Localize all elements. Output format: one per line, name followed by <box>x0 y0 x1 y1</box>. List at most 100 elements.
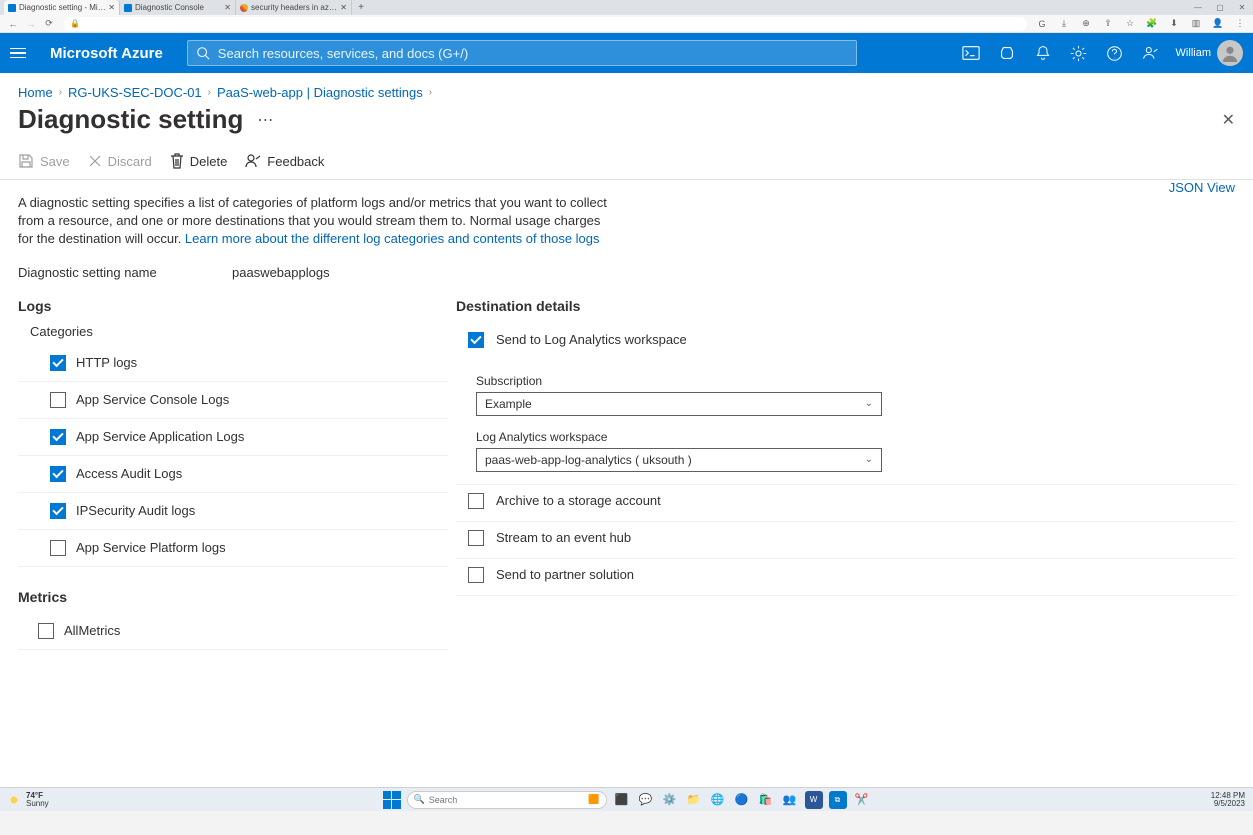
settings-icon[interactable] <box>1062 33 1096 73</box>
checkbox-storage[interactable] <box>468 493 484 509</box>
categories-heading: Categories <box>30 324 448 339</box>
lock-icon: 🔒 <box>70 19 80 28</box>
learn-more-link[interactable]: Learn more about the different log categ… <box>185 231 600 246</box>
subscription-value: Example <box>485 397 532 411</box>
copilot-icon[interactable] <box>990 33 1024 73</box>
setting-name-label: Diagnostic setting name <box>18 265 232 280</box>
dest-log-analytics-row: Send to Log Analytics workspace <box>456 324 1235 360</box>
help-icon[interactable] <box>1098 33 1132 73</box>
more-actions-icon[interactable]: ⋯ <box>257 110 273 130</box>
log-category-row: IPSecurity Audit logs <box>18 493 448 530</box>
chevron-right-icon: › <box>59 87 62 98</box>
settings-tb-icon[interactable]: ⚙️ <box>661 791 679 809</box>
downloads-icon[interactable]: ⬇ <box>1167 17 1181 31</box>
snip-icon[interactable]: ✂️ <box>853 791 871 809</box>
profile-icon[interactable]: 👤 <box>1211 17 1225 31</box>
checkbox-allmetrics[interactable] <box>38 623 54 639</box>
store-icon[interactable]: 🛍️ <box>757 791 775 809</box>
breadcrumbs: Home › RG-UKS-SEC-DOC-01 › PaaS-web-app … <box>0 73 1253 100</box>
checkbox-platform-logs[interactable] <box>50 540 66 556</box>
browser-tab-1[interactable]: Diagnostic Console ✕ <box>120 0 236 15</box>
start-button-icon[interactable] <box>383 791 401 809</box>
checkbox-partner[interactable] <box>468 567 484 583</box>
checkbox-access-audit-logs[interactable] <box>50 466 66 482</box>
nav-forward-icon[interactable]: → <box>24 17 38 31</box>
notifications-icon[interactable] <box>1026 33 1060 73</box>
vscode-icon[interactable]: ⧉ <box>829 791 847 809</box>
tab-close-icon[interactable]: ✕ <box>224 3 231 12</box>
search-icon: 🔍 <box>414 794 425 805</box>
azure-brand[interactable]: Microsoft Azure <box>50 45 163 62</box>
azure-search-input[interactable] <box>218 46 848 61</box>
chevron-down-icon: ⌄ <box>865 398 873 409</box>
teams-icon[interactable]: 👥 <box>781 791 799 809</box>
share-icon[interactable]: ⇪ <box>1101 17 1115 31</box>
hamburger-menu-icon[interactable] <box>10 43 30 63</box>
window-close-icon[interactable]: ✕ <box>1231 0 1253 15</box>
feedback-button[interactable]: Feedback <box>245 153 324 169</box>
breadcrumb-resource[interactable]: PaaS-web-app | Diagnostic settings <box>217 85 423 100</box>
checkbox-http-logs[interactable] <box>50 355 66 371</box>
word-icon[interactable]: W <box>805 791 823 809</box>
subscription-dropdown[interactable]: Example ⌄ <box>476 392 882 416</box>
browser-tab-0[interactable]: Diagnostic setting - Microsoft A ✕ <box>4 0 120 15</box>
taskbar-weather[interactable]: 74°F Sunny <box>0 792 57 808</box>
bookmark-icon[interactable]: ☆ <box>1123 17 1137 31</box>
chevron-right-icon: › <box>208 87 211 98</box>
delete-button[interactable]: Delete <box>170 153 228 169</box>
nav-reload-icon[interactable]: ⟳ <box>42 17 56 31</box>
gtranslate-icon[interactable]: G <box>1035 17 1049 31</box>
save-button[interactable]: Save <box>18 153 70 169</box>
install-icon[interactable]: ⤓ <box>1057 17 1071 31</box>
favicon-azure-icon <box>124 4 132 12</box>
feedback-header-icon[interactable] <box>1134 33 1168 73</box>
nav-back-icon[interactable]: ← <box>6 17 20 31</box>
extensions-icon[interactable]: 🧩 <box>1145 17 1159 31</box>
metrics-heading: Metrics <box>18 589 448 605</box>
window-maximize-icon[interactable]: ▢ <box>1209 0 1231 15</box>
new-tab-button[interactable]: + <box>352 2 370 13</box>
discard-button[interactable]: Discard <box>88 153 152 169</box>
clock-date: 9/5/2023 <box>1211 800 1245 808</box>
tab-close-icon[interactable]: ✕ <box>108 3 115 12</box>
delete-icon <box>170 153 184 169</box>
workspace-dropdown[interactable]: paas-web-app-log-analytics ( uksouth ) ⌄ <box>476 448 882 472</box>
taskbar-search[interactable]: 🔍 Search 🟧 <box>407 791 607 809</box>
taskbar-clock[interactable]: 12:48 PM 9/5/2023 <box>1203 792 1253 808</box>
favicon-google-icon <box>240 4 248 12</box>
window-minimize-icon[interactable]: — <box>1187 0 1209 15</box>
checkbox-log-analytics[interactable] <box>468 332 484 348</box>
explorer-icon[interactable]: 📁 <box>685 791 703 809</box>
weather-cond: Sunny <box>26 800 49 808</box>
header-user[interactable]: William <box>1176 40 1243 66</box>
save-label: Save <box>40 154 70 169</box>
breadcrumb-home[interactable]: Home <box>18 85 53 100</box>
log-category-row: Access Audit Logs <box>18 456 448 493</box>
address-input[interactable]: 🔒 <box>64 17 1027 31</box>
breadcrumb-rg[interactable]: RG-UKS-SEC-DOC-01 <box>68 85 202 100</box>
browser-tab-2[interactable]: security headers in azure app se ✕ <box>236 0 352 15</box>
azure-search[interactable] <box>187 40 857 66</box>
tab-close-icon[interactable]: ✕ <box>340 3 347 12</box>
zoom-icon[interactable]: ⊕ <box>1079 17 1093 31</box>
json-view-link[interactable]: JSON View <box>1169 180 1235 195</box>
task-view-icon[interactable]: ⬛ <box>613 791 631 809</box>
chevron-down-icon: ⌄ <box>865 454 873 465</box>
checkbox-application-logs[interactable] <box>50 429 66 445</box>
chrome-menu-icon[interactable]: ⋮ <box>1233 17 1247 31</box>
checkbox-ipsecurity-logs[interactable] <box>50 503 66 519</box>
edge-icon[interactable]: 🌐 <box>709 791 727 809</box>
chrome-icon[interactable]: 🔵 <box>733 791 751 809</box>
cloud-shell-icon[interactable] <box>954 33 988 73</box>
checkbox-eventhub[interactable] <box>468 530 484 546</box>
reading-list-icon[interactable]: ▥ <box>1189 17 1203 31</box>
dest-label: Send to Log Analytics workspace <box>496 332 687 347</box>
log-category-row: HTTP logs <box>18 345 448 382</box>
close-blade-icon[interactable]: ✕ <box>1222 110 1235 130</box>
destinations-heading: Destination details <box>456 298 1235 314</box>
checkbox-console-logs[interactable] <box>50 392 66 408</box>
dest-eventhub-row: Stream to an event hub <box>456 522 1235 559</box>
chat-icon[interactable]: 💬 <box>637 791 655 809</box>
dest-log-analytics-details: Subscription Example ⌄ Log Analytics wor… <box>456 360 1235 485</box>
windows-taskbar: 74°F Sunny 🔍 Search 🟧 ⬛ 💬 ⚙️ 📁 🌐 🔵 🛍️ 👥 … <box>0 787 1253 811</box>
